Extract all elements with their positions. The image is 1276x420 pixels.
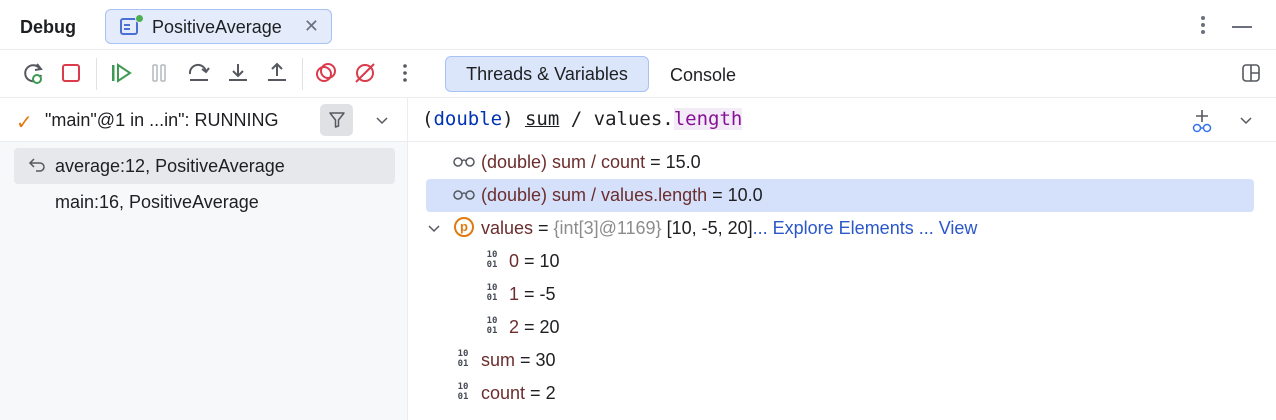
primitive-icon: 10 01 xyxy=(486,250,498,270)
variable-value: 15.0 xyxy=(665,152,701,172)
variable-name: values xyxy=(481,218,534,238)
return-icon xyxy=(28,158,45,172)
variable-name: (double) sum / values.length xyxy=(481,185,708,205)
variable-row[interactable]: 10 01 0 = 10 xyxy=(408,245,1276,278)
layout-settings-icon[interactable] xyxy=(1241,63,1261,83)
step-into-icon[interactable] xyxy=(225,60,251,86)
chevron-down-icon[interactable] xyxy=(1238,112,1254,128)
variable-value: 10.0 xyxy=(727,185,763,205)
watch-icon xyxy=(453,190,475,200)
mute-breakpoints-icon[interactable] xyxy=(352,60,378,86)
checkmark-icon: ✓ xyxy=(16,112,33,134)
variable-row[interactable]: p values = {int[3]@1169} [10, -5, 20]...… xyxy=(408,212,1276,245)
primitive-icon: 10 01 xyxy=(486,283,498,303)
variable-value: 10 xyxy=(539,251,560,271)
variable-value: 20 xyxy=(539,317,560,337)
thread-label: "main"@1 in ...in": RUNNING xyxy=(45,110,279,130)
toolbar-separator xyxy=(302,58,303,90)
watch-icon xyxy=(453,157,475,167)
panel-title: Debug xyxy=(20,17,76,37)
tab-console[interactable]: Console xyxy=(670,65,736,86)
frames-pane: ✓ "main"@1 in ...in": RUNNING average:12… xyxy=(0,98,407,420)
frame-label: main:16, PositiveAverage xyxy=(55,192,259,212)
variable-name: (double) sum / count xyxy=(481,152,646,172)
tab-threads-variables[interactable]: Threads & Variables xyxy=(445,56,649,92)
variable-row[interactable]: 10 01 2 = 20 xyxy=(408,311,1276,344)
filter-icon[interactable] xyxy=(320,104,353,136)
expression-input[interactable]: (double) sum / values.length xyxy=(422,108,743,130)
tab-positive-average[interactable]: PositiveAverage ✕ xyxy=(105,9,332,44)
thread-selector[interactable]: ✓ "main"@1 in ...in": RUNNING xyxy=(0,98,407,142)
variable-value: 2 xyxy=(545,383,556,403)
parameter-icon: p xyxy=(454,217,474,237)
explore-elements-link[interactable]: ... Explore Elements xyxy=(753,218,914,238)
expression-evaluator[interactable]: (double) sum / values.length xyxy=(408,98,1276,142)
variable-name: 2 xyxy=(509,317,520,337)
variable-value: -5 xyxy=(539,284,556,304)
chevron-down-icon[interactable] xyxy=(374,112,390,128)
more-options-icon[interactable] xyxy=(1194,14,1212,38)
primitive-icon: 10 01 xyxy=(457,382,469,402)
minimize-icon[interactable] xyxy=(1232,26,1252,28)
toolbar-separator xyxy=(96,58,97,90)
step-over-icon[interactable] xyxy=(186,60,212,86)
frame-label: average:12, PositiveAverage xyxy=(55,156,285,176)
variable-row[interactable]: (double) sum / count = 15.0 xyxy=(408,146,1276,179)
primitive-icon: 10 01 xyxy=(457,349,469,369)
variable-name: sum xyxy=(481,350,516,370)
chevron-down-icon[interactable] xyxy=(426,220,442,236)
variable-type: {int[3]@1169} xyxy=(553,218,662,238)
variable-value: [10, -5, 20] xyxy=(661,218,753,238)
resume-icon[interactable] xyxy=(108,60,134,86)
debug-header: Debug PositiveAverage ✕ xyxy=(0,0,1276,50)
variable-row[interactable]: 10 01 sum = 30 xyxy=(408,344,1276,377)
variable-name: count xyxy=(481,383,526,403)
more-icon[interactable] xyxy=(392,60,418,86)
close-icon[interactable]: ✕ xyxy=(304,16,319,37)
running-indicator-icon xyxy=(135,14,144,23)
debug-toolbar: Threads & Variables Console xyxy=(0,50,1276,98)
variable-value: 30 xyxy=(535,350,556,370)
step-out-icon[interactable] xyxy=(264,60,290,86)
variable-name: 1 xyxy=(509,284,520,304)
variable-row[interactable]: 10 01 count = 2 xyxy=(408,377,1276,410)
stop-icon[interactable] xyxy=(58,60,84,86)
variable-name: 0 xyxy=(509,251,520,271)
frame-item[interactable]: average:12, PositiveAverage xyxy=(14,148,395,184)
view-breakpoints-icon[interactable] xyxy=(313,60,339,86)
variable-row[interactable]: 10 01 1 = -5 xyxy=(408,278,1276,311)
view-link[interactable]: ... View xyxy=(914,218,978,238)
add-watch-icon[interactable] xyxy=(1190,108,1216,134)
rerun-icon[interactable] xyxy=(20,60,46,86)
tab-label: PositiveAverage xyxy=(152,17,282,37)
primitive-icon: 10 01 xyxy=(486,316,498,336)
pause-icon[interactable] xyxy=(146,60,172,86)
frame-item[interactable]: main:16, PositiveAverage xyxy=(14,184,395,220)
variable-row[interactable]: (double) sum / values.length = 10.0 xyxy=(408,179,1276,212)
